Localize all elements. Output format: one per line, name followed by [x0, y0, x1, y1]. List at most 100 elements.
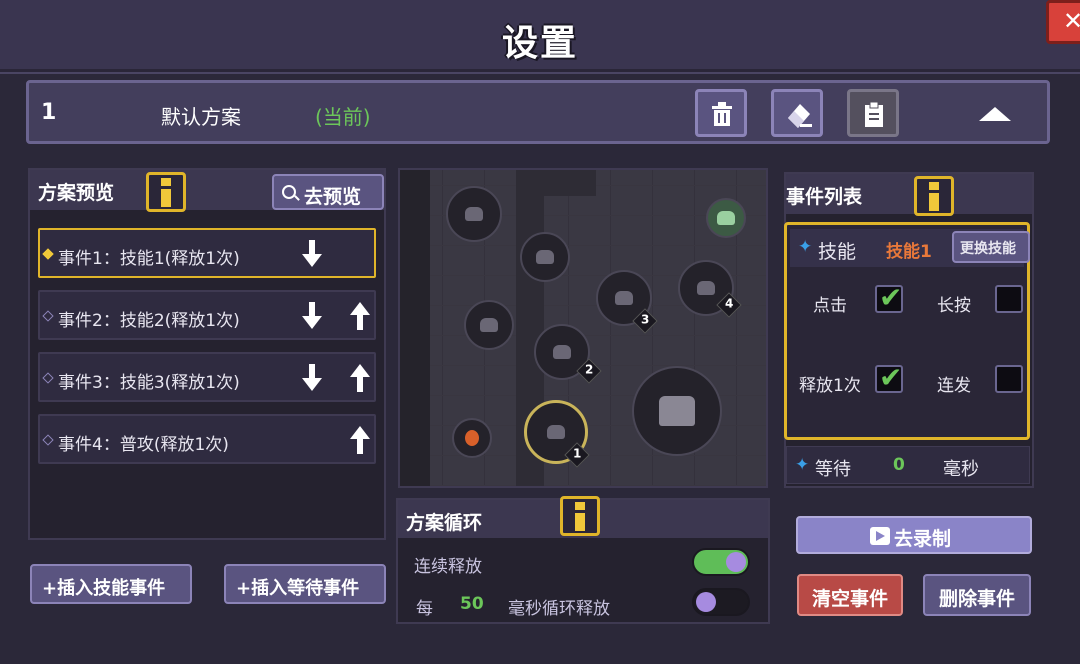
insert-wait-event-button[interactable]: +插入等待事件: [224, 564, 386, 604]
long-press-checkbox[interactable]: [995, 285, 1023, 313]
info-icon[interactable]: [146, 172, 186, 212]
plus-icon: ✦: [798, 237, 813, 257]
interval-value[interactable]: 50: [460, 594, 484, 614]
preview-panel-header: 方案预览 去预览: [30, 170, 384, 212]
arrow-down-icon[interactable]: [302, 364, 322, 392]
arrow-down-icon[interactable]: [302, 302, 322, 330]
skill-node-icon: [480, 318, 498, 332]
arrow-up-icon[interactable]: [350, 302, 370, 330]
scheme-bar[interactable]: 1 默认方案 (当前): [26, 80, 1050, 144]
event-row-4[interactable]: 事件4：普攻(释放1次): [38, 414, 376, 464]
event-label: 事件4：普攻(释放1次): [58, 435, 229, 455]
event-label: 事件1：技能1(释放1次): [58, 249, 240, 269]
event-row-3[interactable]: 事件3：技能3(释放1次): [38, 352, 376, 402]
scheme-name: 默认方案: [161, 105, 241, 129]
arrow-down-icon[interactable]: [302, 240, 322, 268]
skill-node-icon: [547, 425, 565, 439]
preview-panel-title: 方案预览: [38, 182, 115, 204]
long-press-label: 长按: [937, 296, 971, 316]
node-tag-label: 2: [584, 362, 594, 377]
scheme-preview-panel: 方案预览 去预览 事件1：技能1(释放1次) 事件2：技能2(释放1次) 事件3…: [28, 168, 386, 540]
delete-event-button[interactable]: 删除事件: [923, 574, 1031, 616]
event-label: 事件3：技能3(释放1次): [58, 373, 240, 393]
every-label: 每: [416, 599, 433, 619]
node-tag-label: 4: [724, 296, 734, 311]
potion-node: [452, 418, 492, 458]
insert-skill-event-label: +插入技能事件: [42, 578, 166, 599]
interval-suffix: 毫秒循环释放: [508, 599, 610, 619]
rename-scheme-button[interactable]: [771, 89, 823, 137]
scheme-current-label: (当前): [315, 105, 371, 129]
skill-row: ✦ 技能 技能1 更换技能: [790, 229, 1030, 267]
close-icon: ✕: [1063, 7, 1080, 35]
close-button[interactable]: ✕: [1046, 0, 1080, 44]
info-icon[interactable]: [914, 176, 954, 216]
burst-label: 连发: [937, 376, 971, 396]
record-label: 去录制: [894, 528, 952, 550]
record-button[interactable]: 去录制: [796, 516, 1032, 554]
clear-events-button[interactable]: 清空事件: [797, 574, 903, 616]
skill-node: [464, 300, 514, 350]
wait-value[interactable]: 0: [893, 455, 905, 475]
info-icon[interactable]: [560, 496, 600, 536]
map-lane: [544, 170, 596, 196]
loop-panel-header: 方案循环: [398, 496, 768, 538]
release-once-checkbox[interactable]: ✔: [875, 361, 903, 394]
toggle-knob: [726, 552, 746, 572]
skill-node: [706, 198, 746, 238]
delete-event-label: 删除事件: [938, 588, 1015, 610]
burst-checkbox[interactable]: [995, 365, 1023, 393]
event-row-2[interactable]: 事件2：技能2(释放1次): [38, 290, 376, 340]
release-once-label: 释放1次: [799, 376, 861, 396]
go-preview-label: 去预览: [304, 186, 362, 208]
diamond-icon: [42, 434, 54, 446]
clipboard-button[interactable]: [847, 89, 899, 137]
skill-node-icon: [536, 250, 554, 264]
attack-node: [632, 366, 722, 456]
checkmark-icon: ✔: [879, 361, 903, 394]
click-label: 点击: [813, 296, 847, 316]
skill-node-icon: [717, 211, 735, 225]
arrow-up-icon[interactable]: [350, 426, 370, 454]
map-wall: [400, 170, 430, 486]
event-row-1[interactable]: 事件1：技能1(释放1次): [38, 228, 376, 278]
click-checkbox[interactable]: ✔: [875, 281, 903, 314]
diamond-icon: [42, 310, 54, 322]
skill-node-icon: [553, 345, 571, 359]
skill-node: [446, 186, 502, 242]
skill-node: [520, 232, 570, 282]
insert-wait-event-label: +插入等待事件: [236, 578, 360, 599]
skill-node-icon: [697, 281, 715, 295]
skill-node-icon: [465, 207, 483, 221]
layout-preview-map: 4 3 2 1: [398, 168, 768, 488]
insert-skill-event-button[interactable]: +插入技能事件: [30, 564, 192, 604]
triangle-up-icon[interactable]: [979, 107, 1011, 121]
fist-icon: [659, 396, 695, 426]
change-skill-button[interactable]: 更换技能: [952, 231, 1030, 263]
clear-events-label: 清空事件: [811, 588, 888, 610]
diamond-icon: [42, 372, 54, 384]
delete-scheme-button[interactable]: [695, 89, 747, 137]
checkmark-icon: ✔: [879, 281, 903, 314]
clipboard-icon: [865, 101, 883, 127]
scheme-loop-panel: 方案循环 连续释放 每 50 毫秒循环释放: [396, 496, 770, 624]
skill-config-box: ✦ 技能 技能1 更换技能 点击 ✔ 长按 释放1次 ✔ 连发: [784, 222, 1030, 440]
skill-node-icon: [615, 291, 633, 305]
continuous-release-label: 连续释放: [414, 557, 482, 577]
loop-panel-title: 方案循环: [406, 512, 483, 534]
node-tag-label: 1: [572, 446, 582, 461]
title-bar: 设置 ✕: [0, 0, 1080, 72]
record-icon: [870, 527, 890, 545]
spacer-row: [790, 321, 1024, 359]
event-list-title: 事件列表: [786, 186, 863, 208]
interval-loop-toggle[interactable]: [692, 588, 750, 616]
plus-icon: ✦: [795, 455, 810, 475]
node-tag-label: 3: [640, 312, 650, 327]
continuous-release-toggle[interactable]: [692, 548, 750, 576]
wait-label: 等待: [815, 459, 851, 480]
go-preview-button[interactable]: 去预览: [272, 174, 384, 210]
wait-unit: 毫秒: [943, 459, 979, 480]
event-label: 事件2：技能2(释放1次): [58, 311, 240, 331]
wait-row: ✦ 等待 0 毫秒: [786, 446, 1030, 484]
arrow-up-icon[interactable]: [350, 364, 370, 392]
